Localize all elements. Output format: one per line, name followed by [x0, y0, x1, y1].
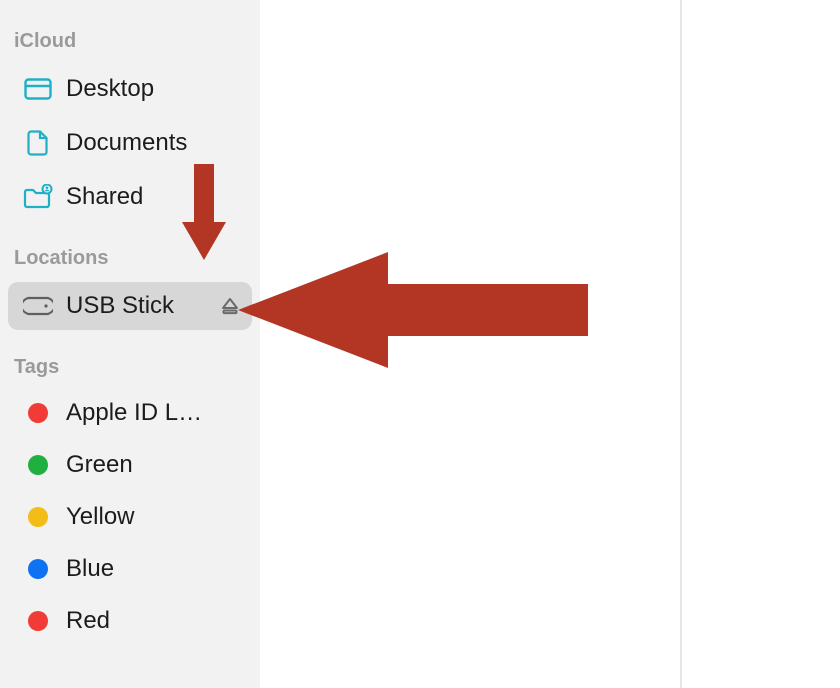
tag-label: Green: [66, 451, 133, 479]
sidebar-item-shared[interactable]: Shared: [8, 173, 252, 221]
section-header-locations: Locations: [0, 241, 260, 276]
tag-label: Yellow: [66, 503, 135, 531]
tag-item-apple-id[interactable]: Apple ID L…: [8, 389, 252, 437]
sidebar-item-desktop[interactable]: Desktop: [8, 65, 252, 113]
sidebar-item-label: Documents: [66, 129, 242, 157]
tag-label: Red: [66, 607, 110, 635]
document-icon: [22, 129, 54, 157]
external-drive-icon: [22, 292, 54, 320]
tag-dot-icon: [28, 403, 48, 423]
sidebar-item-usb-stick[interactable]: USB Stick: [8, 282, 252, 330]
tag-item-green[interactable]: Green: [8, 441, 252, 489]
tag-label: Blue: [66, 555, 114, 583]
eject-icon[interactable]: [218, 297, 242, 315]
finder-window: iCloud Desktop Documents: [0, 0, 840, 688]
sidebar: iCloud Desktop Documents: [0, 0, 260, 688]
desktop-icon: [22, 75, 54, 103]
shared-folder-icon: [22, 183, 54, 211]
tag-dot-icon: [28, 455, 48, 475]
tag-item-red[interactable]: Red: [8, 597, 252, 645]
section-header-icloud: iCloud: [0, 24, 260, 59]
sidebar-item-label: USB Stick: [66, 292, 218, 320]
tag-label: Apple ID L…: [66, 399, 202, 427]
tag-dot-icon: [28, 611, 48, 631]
sidebar-item-label: Shared: [66, 183, 242, 211]
main-content: [260, 0, 840, 688]
tag-dot-icon: [28, 559, 48, 579]
column-divider: [680, 0, 682, 688]
tag-item-blue[interactable]: Blue: [8, 545, 252, 593]
tag-dot-icon: [28, 507, 48, 527]
tag-item-yellow[interactable]: Yellow: [8, 493, 252, 541]
sidebar-item-label: Desktop: [66, 75, 242, 103]
section-header-tags: Tags: [0, 350, 260, 385]
sidebar-item-documents[interactable]: Documents: [8, 119, 252, 167]
